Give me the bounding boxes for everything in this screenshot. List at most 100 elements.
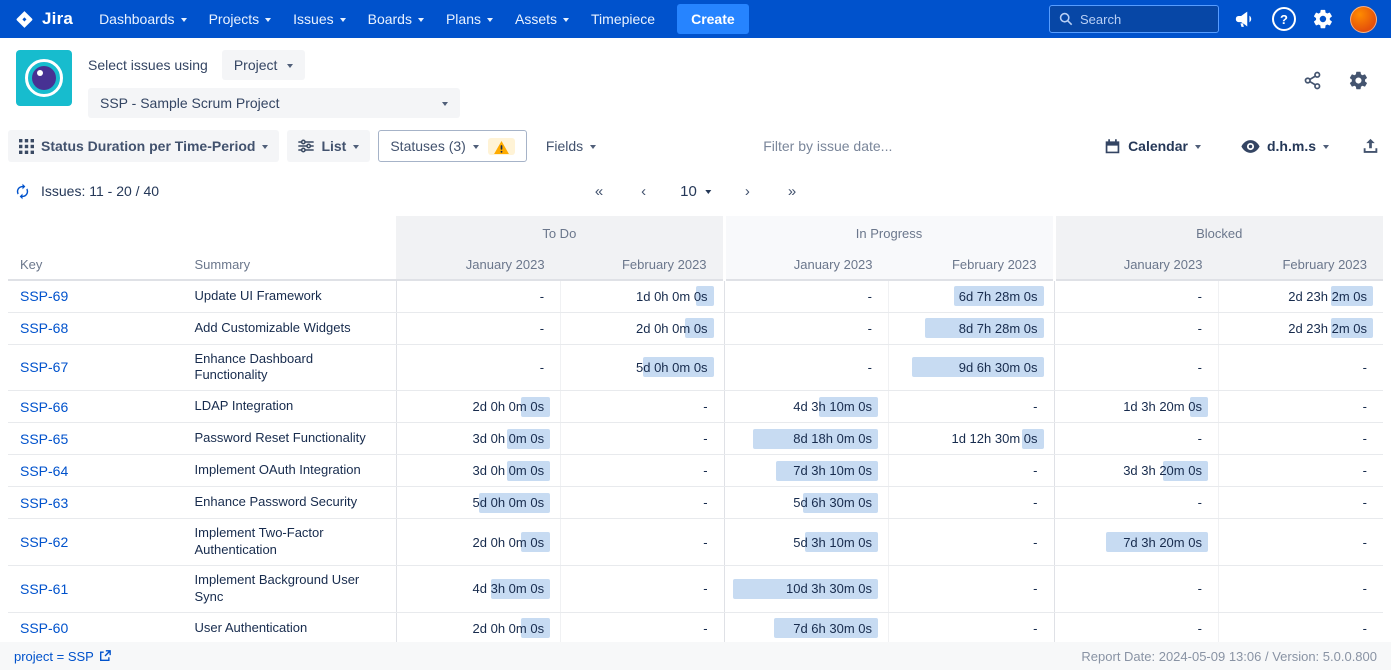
duration-cell: 2d 23h 2m 0s — [1218, 280, 1383, 312]
duration-bar-wrap: 2d 0h 0m 0s — [397, 532, 544, 552]
nav-item-plans[interactable]: Plans — [436, 3, 503, 35]
duration-bar-wrap: 1d 0h 0m 0s — [561, 286, 707, 306]
nav-item-assets[interactable]: Assets — [505, 3, 579, 35]
duration-cell-empty: - — [1218, 566, 1383, 613]
gear-icon[interactable] — [1312, 8, 1334, 30]
share-icon[interactable] — [1303, 71, 1322, 90]
chevron-down-icon — [590, 145, 596, 149]
jira-logo[interactable]: Jira — [14, 9, 73, 30]
month-header: February 2023 — [1218, 250, 1383, 280]
duration-cell: 2d 0h 0m 0s — [396, 391, 560, 423]
key-cell: SSP-65 — [8, 423, 189, 455]
duration-bar-wrap: 7d 3h 10m 0s — [725, 461, 872, 481]
duration-value: 5d 0h 0m 0s — [636, 360, 708, 375]
last-page-button[interactable]: » — [784, 181, 800, 202]
month-header: January 2023 — [724, 250, 888, 280]
duration-cell: 5d 0h 0m 0s — [396, 487, 560, 519]
page-size-dropdown[interactable]: 10 — [680, 183, 711, 200]
duration-value: 1d 3h 20m 0s — [1123, 399, 1202, 414]
issue-key-link[interactable]: SSP-61 — [20, 581, 68, 597]
jql-filter-link[interactable]: project = SSP — [14, 649, 111, 664]
nav-item-issues[interactable]: Issues — [283, 3, 355, 35]
duration-cell: 3d 0h 0m 0s — [396, 455, 560, 487]
issue-key-link[interactable]: SSP-63 — [20, 495, 68, 511]
duration-cell-empty: - — [1054, 312, 1218, 344]
duration-cell-empty: - — [1054, 423, 1218, 455]
top-navigation-bar: Jira DashboardsProjectsIssues Boards Plans… — [0, 0, 1391, 38]
duration-value: 2d 0h 0m 0s — [473, 399, 545, 414]
view-type-dropdown[interactable]: List — [287, 130, 370, 162]
duration-cell-empty: - — [724, 280, 888, 312]
settings-gear-icon[interactable] — [1348, 70, 1369, 91]
toolbar-right: Calendar d.h.m.s — [1093, 130, 1383, 162]
fields-dropdown[interactable]: Fields — [535, 130, 607, 162]
user-avatar[interactable] — [1350, 6, 1377, 33]
month-header: January 2023 — [396, 250, 560, 280]
issue-key-link[interactable]: SSP-65 — [20, 431, 68, 447]
issue-key-link[interactable]: SSP-69 — [20, 288, 68, 304]
nav-item-projects[interactable]: Projects — [199, 3, 282, 35]
statuses-label: Statuses (3) — [390, 138, 465, 154]
key-cell: SSP-66 — [8, 391, 189, 423]
issue-key-link[interactable]: SSP-62 — [20, 534, 68, 550]
issues-table-body: SSP-69Update UI Framework-1d 0h 0m 0s-6d… — [8, 280, 1383, 644]
export-button[interactable] — [1358, 134, 1383, 159]
issues-count: Issues: 11 - 20 / 40 — [14, 183, 159, 200]
duration-bar-wrap: 3d 0h 0m 0s — [397, 429, 544, 449]
duration-value: 7d 3h 10m 0s — [793, 463, 872, 478]
key-cell: SSP-64 — [8, 455, 189, 487]
duration-cell-empty: - — [561, 423, 724, 455]
issue-key-link[interactable]: SSP-66 — [20, 399, 68, 415]
issue-key-link[interactable]: SSP-67 — [20, 359, 68, 375]
nav-item-boards[interactable]: Boards — [358, 3, 434, 35]
table-row: SSP-63Enhance Password Security5d 0h 0m … — [8, 487, 1383, 519]
header-spacer — [8, 216, 396, 250]
prev-page-button[interactable]: ‹ — [637, 181, 650, 202]
statuses-dropdown[interactable]: Statuses (3) — [378, 130, 526, 162]
issue-source-dropdown[interactable]: Project — [222, 50, 306, 80]
duration-value: 5d 6h 30m 0s — [793, 495, 872, 510]
table-row: SSP-62 Implement Two-Factor Authenticatio… — [8, 519, 1383, 566]
jql-filter-text: project = SSP — [14, 649, 94, 664]
key-cell: SSP-61 — [8, 566, 189, 613]
nav-item-timepiece[interactable]: Timepiece — [581, 3, 665, 35]
nav-item-label: Boards — [368, 11, 412, 27]
duration-bar-wrap: 2d 0h 0m 0s — [397, 618, 544, 638]
next-page-button[interactable]: › — [741, 181, 754, 202]
duration-cell-empty: - — [724, 312, 888, 344]
refresh-icon[interactable] — [14, 183, 31, 200]
duration-cell: 10d 3h 30m 0s — [724, 566, 888, 613]
issue-key-link[interactable]: SSP-60 — [20, 620, 68, 636]
pagination-bar: Issues: 11 - 20 / 40 « ‹ 10 › » — [0, 176, 1391, 206]
first-page-button[interactable]: « — [591, 181, 607, 202]
eye-icon — [1241, 140, 1260, 153]
duration-cell-empty: - — [889, 519, 1054, 566]
duration-value: 3d 0h 0m 0s — [473, 431, 545, 446]
duration-cell-empty: - — [561, 566, 724, 613]
summary-cell: Implement Two-Factor Authentication — [189, 519, 397, 566]
duration-value: 2d 23h 2m 0s — [1288, 289, 1367, 304]
duration-bar-wrap: 2d 0h 0m 0s — [561, 318, 707, 338]
duration-cell-empty: - — [1218, 344, 1383, 391]
table-row: SSP-61Implement Background User Sync4d 3… — [8, 566, 1383, 613]
duration-cell-empty: - — [396, 312, 560, 344]
duration-value: 6d 7h 28m 0s — [959, 289, 1038, 304]
search-box[interactable] — [1049, 5, 1219, 33]
project-dropdown[interactable]: SSP - Sample Scrum Project — [88, 88, 460, 118]
summary-cell: User Authentication — [189, 612, 397, 644]
time-format-dropdown[interactable]: d.h.m.s — [1230, 130, 1340, 162]
help-icon[interactable]: ? — [1272, 7, 1296, 31]
report-type-dropdown[interactable]: Status Duration per Time-Period — [8, 130, 279, 162]
list-icon — [298, 139, 314, 153]
search-input[interactable] — [1080, 12, 1200, 27]
create-button[interactable]: Create — [677, 4, 749, 34]
calendar-dropdown[interactable]: Calendar — [1093, 130, 1212, 162]
chevron-down-icon — [563, 18, 569, 22]
issue-key-link[interactable]: SSP-64 — [20, 463, 68, 479]
duration-bar-wrap: 5d 0h 0m 0s — [397, 493, 544, 513]
issue-date-filter-input[interactable] — [763, 138, 973, 154]
duration-cell-empty: - — [1054, 566, 1218, 613]
nav-item-dashboards[interactable]: Dashboards — [89, 3, 197, 35]
issue-key-link[interactable]: SSP-68 — [20, 320, 68, 336]
announcements-icon[interactable] — [1235, 10, 1256, 28]
